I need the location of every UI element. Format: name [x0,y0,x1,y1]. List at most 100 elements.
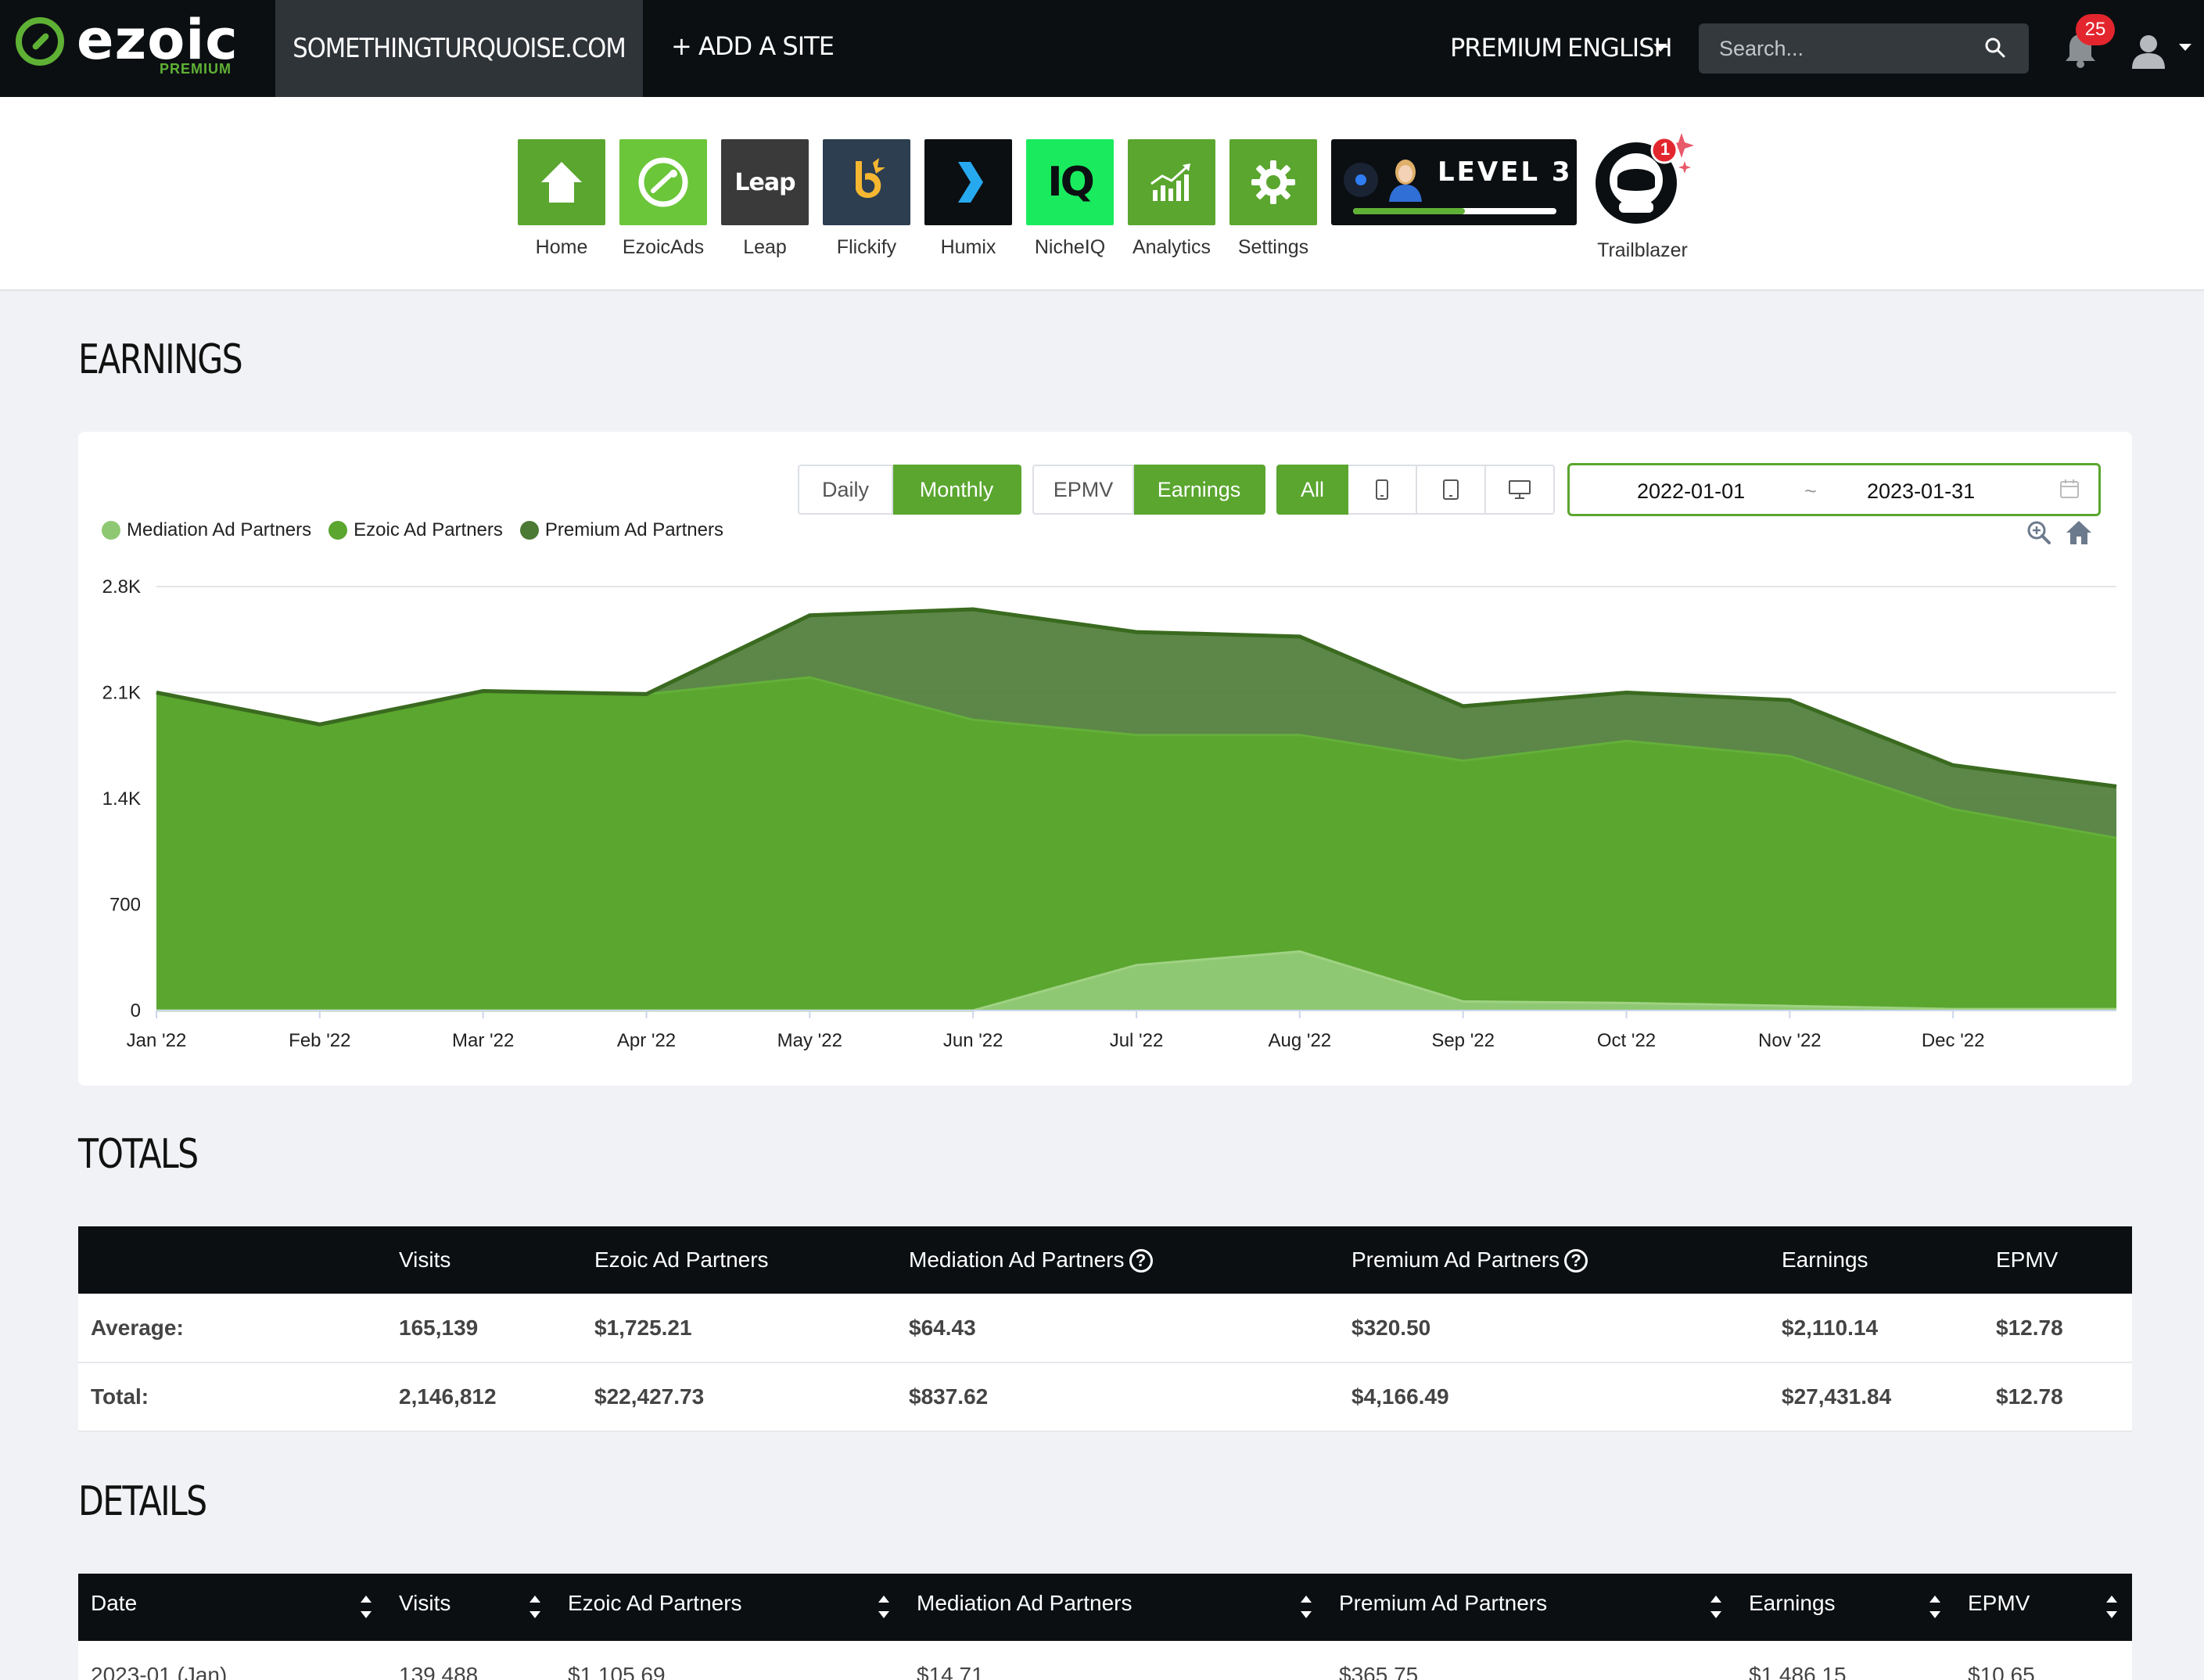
table-row[interactable]: 2023-01 (Jan) 139,488 $1,105.69 $14.71 $… [78,1641,2132,1680]
search-input[interactable] [1699,23,2029,74]
table-cell: $10.65 [1955,1641,2132,1680]
level-progress-bar [1353,208,1556,214]
leap-icon: Leap [721,139,809,225]
y-tick-label: 0 [131,1000,141,1021]
app-settings[interactable]: Settings [1229,139,1317,259]
table-header-row: Date Visits Ezoic Ad Partners Mediation … [78,1574,2132,1641]
mobile-button[interactable] [1348,465,1417,515]
search-icon[interactable] [1983,36,2007,59]
user-icon[interactable] [2130,33,2166,69]
logo-premium-label: PREMIUM [160,61,232,77]
humix-icon [924,139,1012,225]
table-row: Average: 165,139 $1,725.21 $64.43 $320.5… [78,1294,2132,1363]
column-header [78,1226,386,1294]
level-label: LEVEL 3 [1438,156,1573,188]
chart-legend: Mediation Ad Partners Ezoic Ad Partners … [102,519,723,541]
column-header-label: Date [91,1591,138,1615]
app-nicheiq[interactable]: IQ NicheIQ [1026,139,1114,259]
x-tick-label: Dec '22 [1922,1030,1985,1051]
premium-link[interactable]: PREMIUM [1450,33,1563,63]
trailblazer-button[interactable]: 1 Trailblazer [1588,133,1697,262]
all-devices-button[interactable]: All [1276,465,1348,515]
legend-label: Mediation Ad Partners [127,519,312,540]
sortable-column-header[interactable]: Ezoic Ad Partners [555,1574,904,1641]
sortable-column-header[interactable]: Earnings [1736,1574,1955,1641]
sort-icon[interactable] [527,1592,543,1624]
device-toggle: All [1276,465,1555,515]
app-flickify[interactable]: Flickify [823,139,910,259]
totals-heading: TOTALS [78,1131,199,1178]
zoom-icon[interactable] [2026,519,2052,546]
table-cell: $365.75 [1326,1641,1736,1680]
analytics-icon [1128,139,1215,225]
table-cell: $22,427.73 [582,1362,896,1432]
table-cell: $2,110.14 [1769,1294,1983,1363]
sort-icon[interactable] [358,1592,374,1624]
table-cell: 2,146,812 [386,1362,582,1432]
sort-icon[interactable] [1927,1592,1943,1624]
earnings-button[interactable]: Earnings [1134,465,1265,515]
app-leap[interactable]: Leap Leap [721,139,809,259]
date-range-picker[interactable]: 2022-01-01 ~ 2023-01-31 [1567,463,2101,516]
sort-icon[interactable] [876,1592,892,1624]
level-progress-card[interactable]: LEVEL 3 [1331,139,1577,225]
column-header: EPMV [1983,1226,2132,1294]
sortable-column-header[interactable]: Visits [386,1574,555,1641]
x-tick-label: May '22 [777,1030,842,1051]
epmv-button[interactable]: EPMV [1032,465,1134,515]
column-header: Premium Ad Partners? [1339,1226,1769,1294]
reset-zoom-home-icon[interactable] [2065,519,2093,546]
nicheiq-icon-text: IQ [1047,159,1095,206]
help-icon[interactable]: ? [1564,1249,1588,1273]
legend-item-mediation[interactable]: Mediation Ad Partners [102,519,311,541]
x-tick-label: Sep '22 [1431,1030,1495,1051]
level-progress-fill [1353,208,1465,214]
ezoic-logo-icon [16,17,64,66]
sortable-column-header[interactable]: Premium Ad Partners [1326,1574,1736,1641]
app-home[interactable]: Home [518,139,605,259]
sort-icon[interactable] [1708,1592,1724,1624]
table-cell: Total: [78,1362,386,1432]
sort-icon[interactable] [2104,1592,2120,1624]
table-cell: $12.78 [1983,1362,2132,1432]
x-tick-label: Jul '22 [1110,1030,1164,1051]
legend-item-ezoic[interactable]: Ezoic Ad Partners [328,519,503,541]
earnings-chart-card: 0 700 1.4K 2.1K 2.8K Jan '22 Feb '22 Mar '22 Apr… [78,432,2132,1086]
date-end[interactable]: 2023-01-31 [1867,479,1975,504]
table-cell: $64.43 [896,1294,1339,1363]
date-start[interactable]: 2022-01-01 [1637,479,1745,504]
x-tick-label: Oct '22 [1597,1030,1656,1051]
app-analytics[interactable]: Analytics [1128,139,1215,259]
app-label: Settings [1237,236,1309,258]
add-site-link[interactable]: + ADD A SITE [671,31,835,61]
column-header: Visits [386,1226,582,1294]
details-table: Date Visits Ezoic Ad Partners Mediation … [78,1574,2132,1680]
table-header-row: Visits Ezoic Ad Partners Mediation Ad Pa… [78,1226,2132,1294]
monthly-button[interactable]: Monthly [893,465,1021,515]
user-caret-down-icon[interactable] [2179,44,2191,51]
column-header-label: Mediation Ad Partners [917,1591,1133,1615]
legend-swatch [328,521,348,540]
column-header-label: Earnings [1749,1591,1836,1615]
calendar-icon[interactable] [2059,478,2080,500]
ezoic-logo[interactable]: ezoic PREMIUM [16,8,238,83]
sortable-column-header[interactable]: Mediation Ad Partners [904,1574,1326,1641]
column-header-label: Premium Ad Partners [1339,1591,1548,1615]
daily-button[interactable]: Daily [798,465,893,515]
x-tick-label: Aug '22 [1269,1030,1332,1051]
y-tick-label: 2.8K [102,576,141,598]
desktop-button[interactable] [1486,465,1555,515]
current-site-tab[interactable]: SOMETHINGTURQUOISE.COM [275,0,643,97]
app-ezoicads[interactable]: EzoicAds [619,139,707,259]
sortable-column-header[interactable]: Date [78,1574,386,1641]
legend-item-premium[interactable]: Premium Ad Partners [519,519,723,541]
sort-icon[interactable] [1298,1592,1314,1624]
tablet-button[interactable] [1417,465,1486,515]
table-cell: $837.62 [896,1362,1339,1432]
column-header-label: Ezoic Ad Partners [568,1591,742,1615]
sortable-column-header[interactable]: EPMV [1955,1574,2132,1641]
table-cell: Average: [78,1294,386,1363]
x-tick-label: Mar '22 [452,1030,514,1051]
app-humix[interactable]: Humix [924,139,1012,259]
help-icon[interactable]: ? [1129,1249,1153,1273]
